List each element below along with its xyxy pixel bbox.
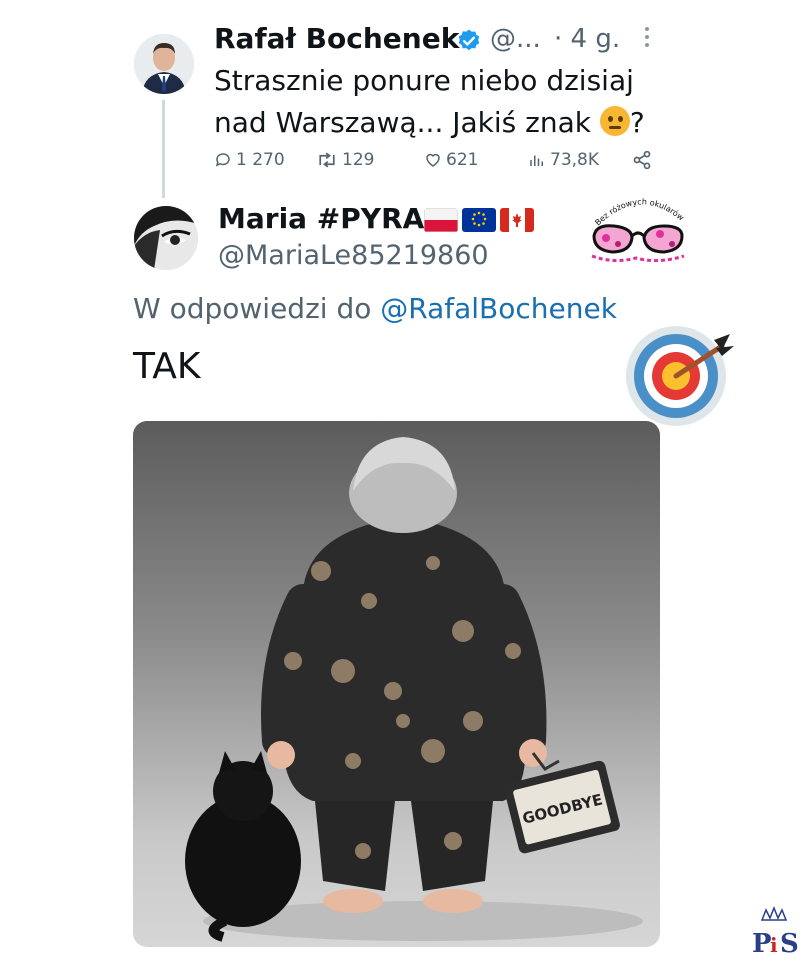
tweet-image[interactable]: GOODBYE bbox=[133, 421, 660, 947]
tweet-text: Strasznie ponure niebo dzisiaj nad Warsz… bbox=[214, 60, 664, 144]
more-options-icon[interactable] bbox=[642, 26, 652, 48]
svg-text:Bez różowych okularów: Bez różowych okularów bbox=[593, 197, 686, 227]
author-handle[interactable]: @... bbox=[490, 24, 541, 54]
views-icon bbox=[530, 155, 543, 166]
replying-to-link[interactable]: @RafalBochenek bbox=[380, 292, 617, 325]
target-icon bbox=[618, 316, 738, 428]
reply-author-avatar[interactable] bbox=[134, 206, 198, 270]
views-count: 73,8K bbox=[550, 150, 599, 170]
tweet-time[interactable]: · 4 g. bbox=[554, 24, 620, 54]
repost-count: 129 bbox=[342, 150, 375, 170]
reply-button[interactable]: 1 270 bbox=[214, 150, 285, 170]
eu-flag-icon bbox=[462, 208, 496, 232]
replying-to-line: W odpowiedzi do @RafalBochenek bbox=[133, 292, 617, 325]
canada-flag-icon bbox=[500, 208, 534, 232]
tweet-text-end: ? bbox=[629, 106, 645, 139]
share-icon bbox=[633, 150, 651, 170]
verified-badge-icon bbox=[456, 28, 482, 54]
svg-text:i: i bbox=[770, 933, 778, 957]
tweet-text-main: Strasznie ponure niebo dzisiaj nad Warsz… bbox=[214, 64, 634, 139]
reply-icon bbox=[215, 153, 230, 167]
like-button[interactable]: 621 bbox=[424, 150, 478, 170]
thread-line bbox=[162, 100, 165, 198]
glasses-logo: Bez różowych okularów bbox=[584, 186, 694, 270]
author-name[interactable]: Rafał Bochenek bbox=[214, 22, 459, 55]
poland-flag-icon bbox=[424, 208, 458, 232]
svg-text:P: P bbox=[752, 929, 772, 958]
author-avatar[interactable] bbox=[134, 34, 194, 94]
pis-watermark-logo: P i S bbox=[748, 905, 804, 959]
reply-text: TAK bbox=[133, 346, 201, 387]
repost-button[interactable]: 129 bbox=[316, 150, 374, 170]
repost-icon bbox=[319, 152, 335, 168]
svg-text:S: S bbox=[780, 929, 799, 958]
heart-icon bbox=[426, 153, 440, 167]
like-count: 621 bbox=[446, 150, 479, 170]
reply-author-name[interactable]: Maria #PYRA bbox=[218, 202, 424, 235]
reply-count: 1 270 bbox=[236, 150, 285, 170]
share-button[interactable] bbox=[632, 150, 652, 170]
thinking-face-icon bbox=[599, 106, 630, 136]
replying-prefix: W odpowiedzi do bbox=[133, 292, 381, 325]
reply-author-handle[interactable]: @MariaLe85219860 bbox=[218, 240, 489, 271]
views-button[interactable]: 73,8K bbox=[528, 150, 599, 170]
